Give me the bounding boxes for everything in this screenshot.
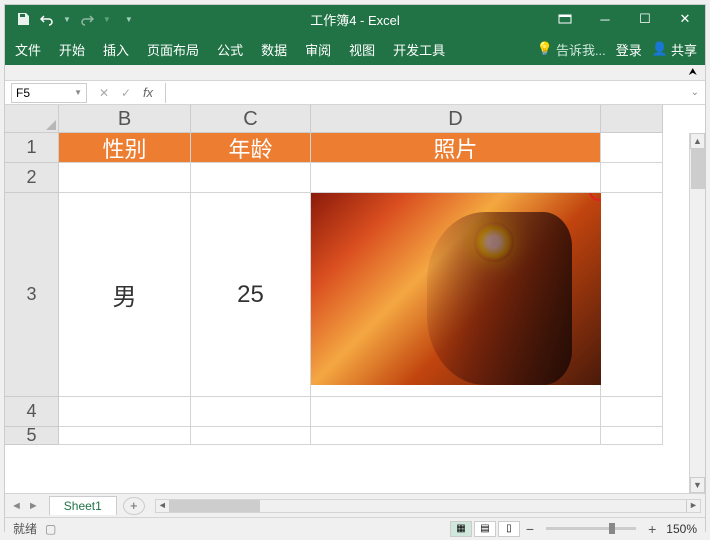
- zoom-slider[interactable]: [546, 527, 636, 530]
- scroll-down-icon[interactable]: ▼: [690, 477, 705, 493]
- sheet-tab-active[interactable]: Sheet1: [49, 496, 117, 515]
- row-header-1[interactable]: 1: [5, 133, 59, 163]
- view-pagelayout-icon[interactable]: ▤: [474, 521, 496, 537]
- cell-D1[interactable]: 照片: [311, 133, 601, 163]
- tab-data[interactable]: 数据: [259, 38, 289, 61]
- status-ready: 就绪: [13, 520, 37, 537]
- redo-icon[interactable]: [79, 11, 95, 27]
- vertical-scrollbar[interactable]: ▲ ▼: [689, 133, 705, 493]
- tab-pagelayout[interactable]: 页面布局: [145, 38, 201, 61]
- name-box[interactable]: F5 ▼: [11, 83, 87, 103]
- cell-D5[interactable]: [311, 427, 601, 445]
- cell-C1[interactable]: 年龄: [191, 133, 311, 163]
- tab-home[interactable]: 开始: [57, 38, 87, 61]
- name-box-dropdown-icon[interactable]: ▼: [74, 88, 82, 97]
- view-pagebreak-icon[interactable]: ▯: [498, 521, 520, 537]
- cell-B3[interactable]: 男: [59, 193, 191, 397]
- row-header-5[interactable]: 5: [5, 427, 59, 445]
- cell-B1[interactable]: 性别: [59, 133, 191, 163]
- tell-me[interactable]: 💡告诉我...: [537, 40, 606, 59]
- window-title: 工作簿4 - Excel: [310, 10, 400, 29]
- view-normal-icon[interactable]: ▦: [450, 521, 472, 537]
- cell-E4[interactable]: [601, 397, 663, 427]
- cancel-formula-icon[interactable]: ✕: [95, 84, 113, 102]
- insert-function-icon[interactable]: fx: [139, 84, 157, 102]
- formula-bar: F5 ▼ ✕ ✓ fx ⌄: [5, 81, 705, 105]
- zoom-percent[interactable]: 150%: [662, 522, 697, 536]
- tab-developer[interactable]: 开发工具: [391, 38, 447, 61]
- row-header-4[interactable]: 4: [5, 397, 59, 427]
- cell-D4[interactable]: [311, 397, 601, 427]
- col-header-C[interactable]: C: [191, 105, 311, 133]
- undo-icon[interactable]: [39, 11, 55, 27]
- share-button[interactable]: 👤共享: [652, 40, 697, 59]
- ribbon-display-icon[interactable]: [545, 5, 585, 33]
- scroll-right-icon[interactable]: ►: [686, 500, 700, 512]
- login-link[interactable]: 登录: [616, 40, 642, 59]
- cell-E3[interactable]: [601, 193, 663, 397]
- tab-formulas[interactable]: 公式: [215, 38, 245, 61]
- cell-B5[interactable]: [59, 427, 191, 445]
- tab-prev-icon[interactable]: ◄: [11, 500, 22, 512]
- embedded-image[interactable]: [311, 193, 601, 385]
- cell-C3[interactable]: 25: [191, 193, 311, 397]
- cell-C5[interactable]: [191, 427, 311, 445]
- row-header-3[interactable]: 3: [5, 193, 59, 397]
- name-box-value: F5: [16, 86, 30, 100]
- redo-dropdown-icon[interactable]: ▼: [103, 15, 111, 24]
- cell-C4[interactable]: [191, 397, 311, 427]
- expand-formula-icon[interactable]: ⌄: [685, 87, 705, 98]
- macro-record-icon[interactable]: ▢: [45, 522, 56, 536]
- cell-E1[interactable]: [601, 133, 663, 163]
- annotation-circle-icon: [589, 193, 601, 201]
- cell-C2[interactable]: [191, 163, 311, 193]
- tab-next-icon[interactable]: ►: [28, 500, 39, 512]
- col-header-E[interactable]: [601, 105, 663, 133]
- qat-customize-icon[interactable]: ▼: [125, 15, 133, 24]
- close-icon[interactable]: ✕: [665, 5, 705, 33]
- tab-file[interactable]: 文件: [13, 38, 43, 61]
- bulb-icon: 💡: [537, 41, 553, 57]
- save-icon[interactable]: [15, 11, 31, 27]
- tab-review[interactable]: 审阅: [303, 38, 333, 61]
- select-all-corner[interactable]: [5, 105, 59, 133]
- maximize-icon[interactable]: ☐: [625, 5, 665, 33]
- scroll-up-icon[interactable]: ▲: [690, 133, 705, 149]
- col-header-D[interactable]: D: [311, 105, 601, 133]
- formula-input[interactable]: [165, 83, 685, 103]
- cell-B4[interactable]: [59, 397, 191, 427]
- minimize-icon[interactable]: ─: [585, 5, 625, 33]
- cell-E2[interactable]: [601, 163, 663, 193]
- sheet-tabbar: ◄ ► Sheet1 + ◄ ►: [5, 493, 705, 517]
- zoom-in-button[interactable]: +: [644, 521, 660, 537]
- enter-formula-icon[interactable]: ✓: [117, 84, 135, 102]
- grid-area: B C D 1 2 3 4 5 性别 年龄 照片: [5, 105, 705, 493]
- zoom-out-button[interactable]: −: [522, 521, 538, 537]
- undo-dropdown-icon[interactable]: ▼: [63, 15, 71, 24]
- col-header-B[interactable]: B: [59, 105, 191, 133]
- row-header-2[interactable]: 2: [5, 163, 59, 193]
- add-sheet-button[interactable]: +: [123, 497, 145, 515]
- ribbon: 文件 开始 插入 页面布局 公式 数据 审阅 视图 开发工具 💡告诉我... 登…: [5, 33, 705, 65]
- cell-D2[interactable]: [311, 163, 601, 193]
- titlebar: ▼ ▼ ▼ 工作簿4 - Excel ─ ☐ ✕: [5, 5, 705, 33]
- scroll-thumb[interactable]: [691, 149, 705, 189]
- cell-B2[interactable]: [59, 163, 191, 193]
- cell-E5[interactable]: [601, 427, 663, 445]
- scroll-left-icon[interactable]: ◄: [156, 500, 170, 512]
- tab-insert[interactable]: 插入: [101, 38, 131, 61]
- tab-view[interactable]: 视图: [347, 38, 377, 61]
- person-icon: 👤: [652, 41, 668, 57]
- collapse-ribbon-icon[interactable]: ⮝: [5, 65, 705, 81]
- horizontal-scrollbar[interactable]: ◄ ►: [155, 499, 701, 513]
- scroll-thumb[interactable]: [170, 500, 260, 512]
- zoom-slider-thumb[interactable]: [609, 523, 615, 534]
